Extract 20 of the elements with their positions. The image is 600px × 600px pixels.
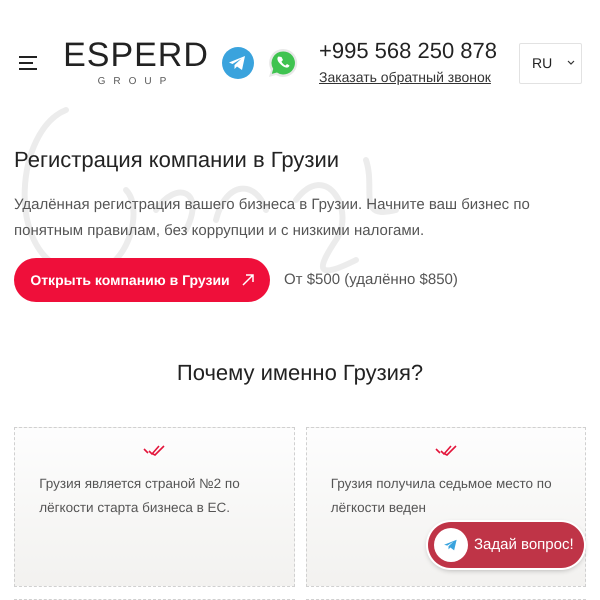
logo-wordmark[interactable]: ESPERD	[63, 38, 209, 72]
card-text: Грузия получила седьмое место по лёгкости веден	[330, 475, 553, 517]
open-company-button[interactable]: Открыть компанию в Грузии	[14, 258, 270, 302]
callback-link[interactable]: Заказать обратный звонок	[319, 67, 498, 88]
phone-number[interactable]: +995 568 250 878	[319, 38, 498, 64]
page-title: Регистрация компании в Грузии	[14, 146, 340, 174]
arrow-up-right-icon	[242, 274, 254, 286]
double-check-icon	[434, 444, 457, 456]
price-text: От $500 (удалённо $850)	[284, 270, 458, 290]
section-title: Почему именно Грузия?	[176, 359, 424, 387]
whatsapp-icon[interactable]	[267, 47, 299, 79]
ask-question-button[interactable]: Задай вопрос!	[428, 522, 584, 568]
intro-text: Удалённая регистрация вашего бизнеса в Грузии. Начните ваш бизнес по понятным правилам, без коррупции и с низкими налогами.	[14, 195, 531, 241]
chevron-down-icon	[567, 60, 575, 66]
card-text: Грузия является страной №2 по лёгкости старта бизнеса в ЕС.	[39, 475, 241, 517]
double-check-icon	[143, 444, 166, 456]
menu-icon[interactable]	[18, 55, 38, 71]
telegram-icon[interactable]	[222, 47, 254, 79]
logo-subtitle: GROUP	[98, 74, 174, 88]
language-select[interactable]: RU	[519, 42, 582, 84]
